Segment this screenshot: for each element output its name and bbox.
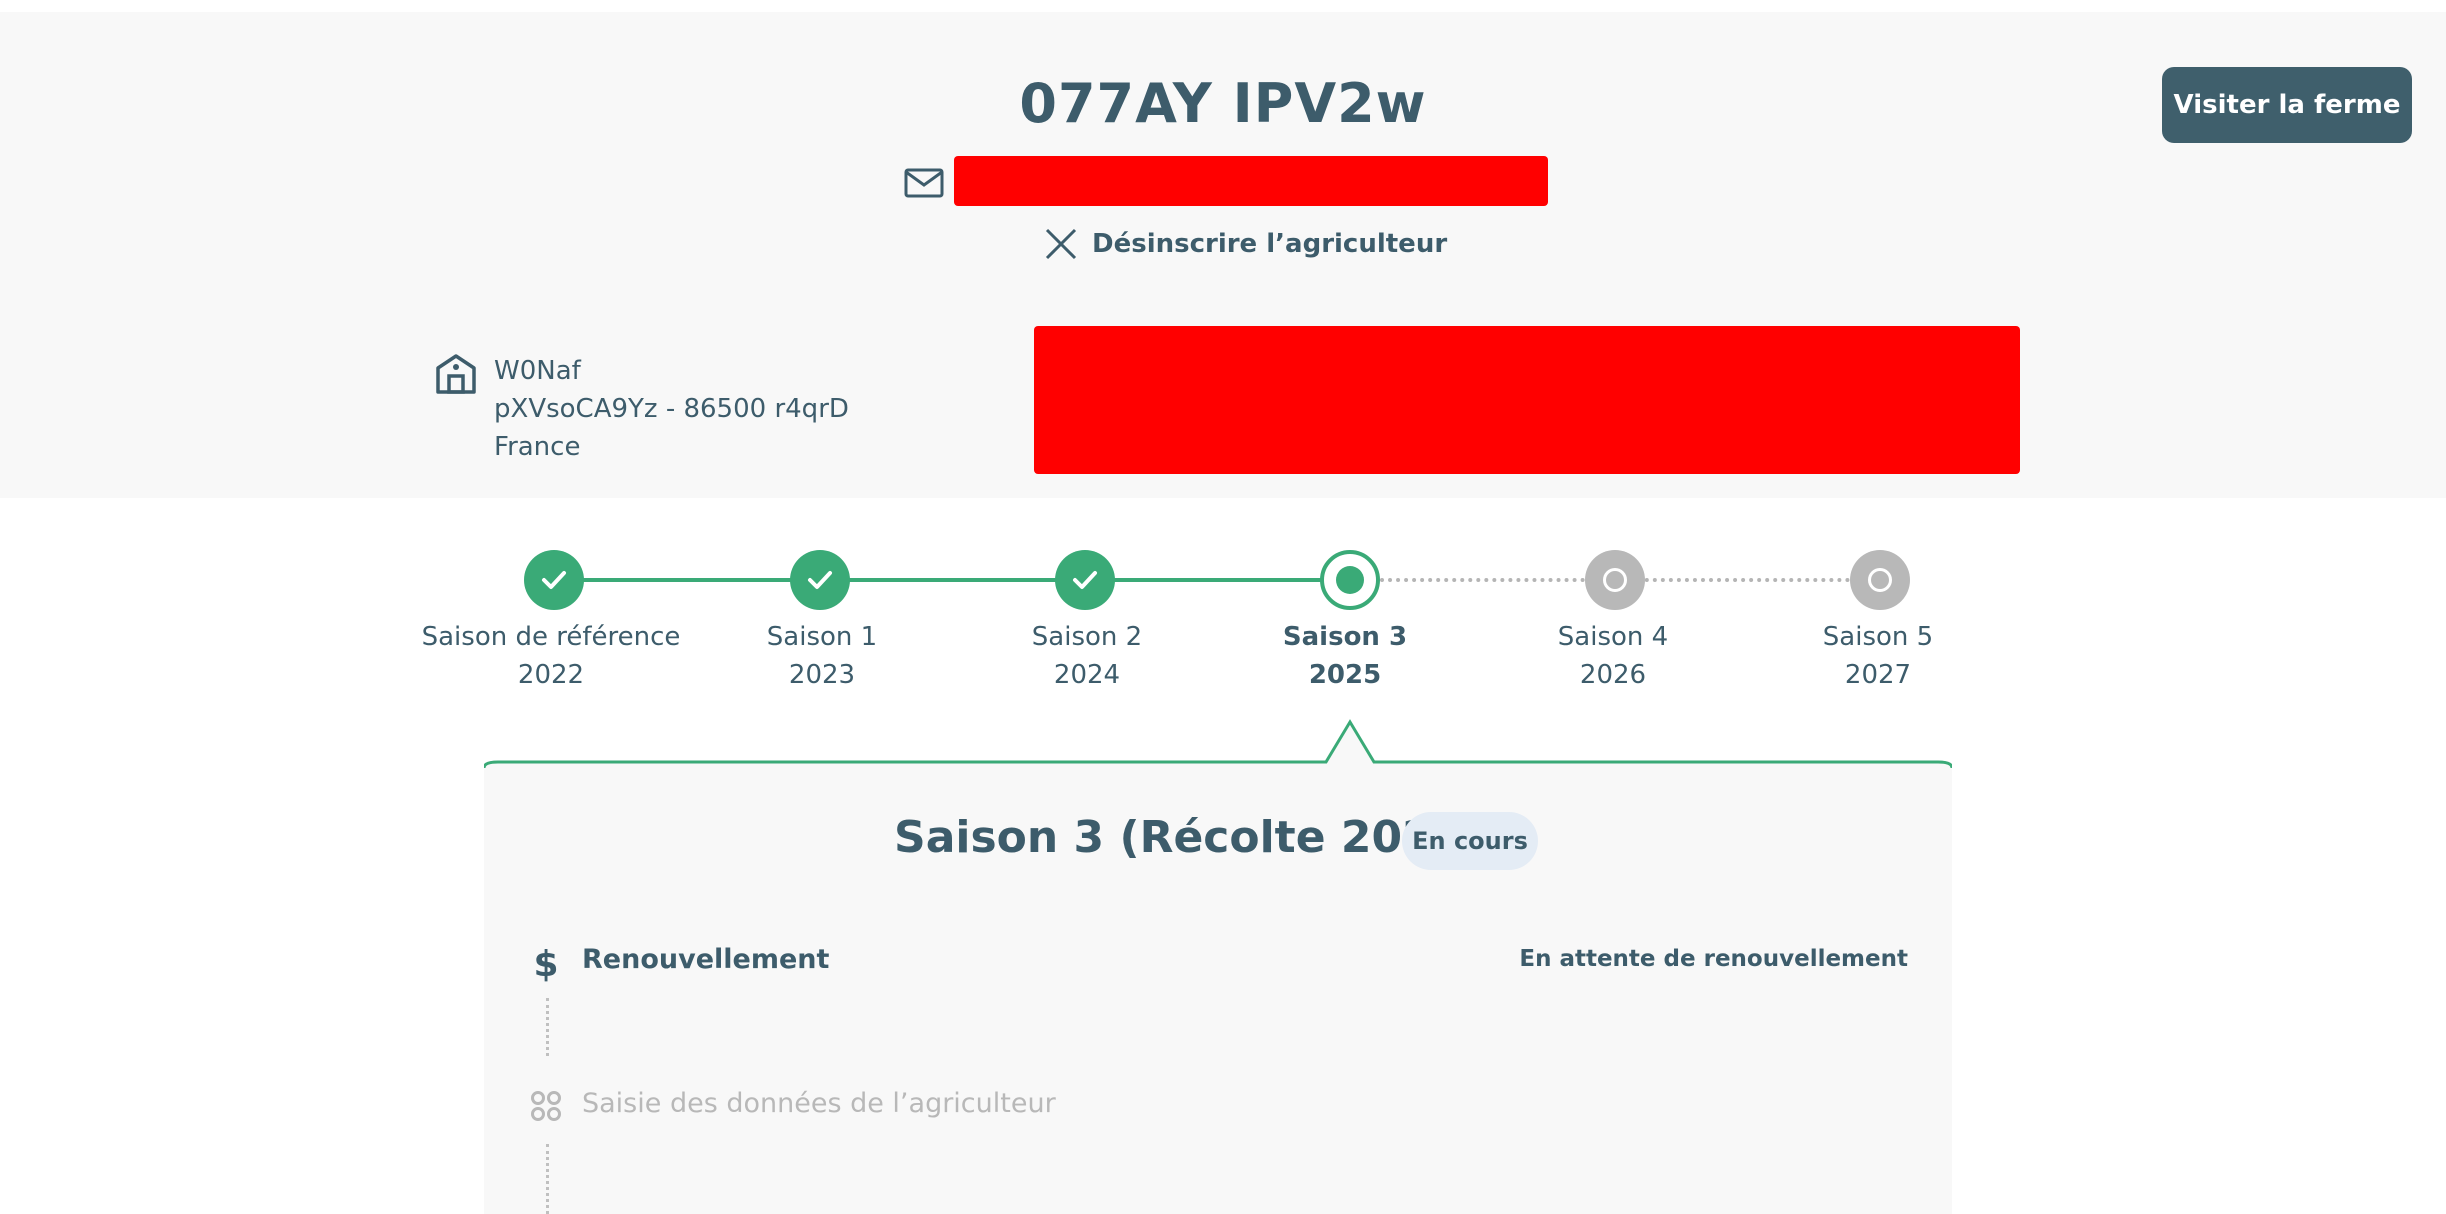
season-name: Saison 5: [1822, 622, 1934, 652]
season-name: Saison de référence: [421, 622, 681, 652]
season-year: 2027: [1844, 660, 1912, 690]
season-name: Saison 4: [1557, 622, 1669, 652]
timeline-step-season-2[interactable]: [1055, 550, 1115, 610]
farm-address: W0Naf pXVsoCA9Yz - 86500 r4qrD France: [494, 352, 849, 466]
timeline-step-season-1[interactable]: [790, 550, 850, 610]
season-year: 2023: [788, 660, 856, 690]
close-icon: [1045, 228, 1077, 260]
season-name: Saison 1: [766, 622, 878, 652]
farmer-header: 077AY IPV2w Désinscrire l’agriculteur Vi…: [0, 12, 2446, 498]
season-detail-panel: Saison 3 (Récolte 2025) En cours $ Renou…: [484, 716, 1952, 1214]
map-redacted: [1034, 326, 2020, 474]
timeline-label-season-4[interactable]: Saison 4 2026: [1463, 618, 1763, 694]
farmer-name: 077AY IPV2w: [1019, 72, 1427, 135]
unsubscribe-farmer-button[interactable]: Désinscrire l’agriculteur: [1044, 224, 1447, 264]
farm-country: France: [494, 432, 581, 462]
season-year: 2022: [517, 660, 585, 690]
svg-text:$: $: [533, 944, 558, 982]
season-name: Saison 2: [1031, 622, 1143, 652]
farm-name: W0Naf: [494, 356, 581, 386]
timeline-label-reference[interactable]: Saison de référence 2022: [401, 618, 701, 694]
check-icon: [808, 571, 832, 589]
season-year: 2024: [1053, 660, 1121, 690]
timeline-step-season-4[interactable]: [1585, 550, 1645, 610]
step-connector: [546, 998, 549, 1056]
timeline-step-season-5[interactable]: [1850, 550, 1910, 610]
dollar-icon: $: [533, 944, 558, 982]
season-year: 2026: [1579, 660, 1647, 690]
visit-farm-button[interactable]: Visiter la ferme: [2162, 67, 2412, 143]
unsubscribe-label: Désinscrire l’agriculteur: [1092, 229, 1448, 259]
barn-icon: [436, 354, 476, 394]
check-icon: [542, 571, 566, 589]
step-renewal-status: En attente de renouvellement: [1519, 946, 1908, 972]
email-redacted: [954, 156, 1548, 206]
step-data-entry-label: Saisie des données de l’agriculteur: [582, 1088, 1056, 1119]
status-badge: En cours: [1402, 812, 1538, 870]
check-icon: [1073, 571, 1097, 589]
timeline-label-season-1[interactable]: Saison 1 2023: [672, 618, 972, 694]
season-name: Saison 3: [1282, 622, 1408, 652]
season-year: 2025: [1308, 660, 1382, 690]
step-renewal-label[interactable]: Renouvellement: [582, 944, 829, 975]
timeline-step-reference[interactable]: [524, 550, 584, 610]
season-timeline: Saison de référence 2022 Saison 1 2023 S…: [0, 540, 2446, 720]
season-title: Saison 3 (Récolte 2025): [894, 812, 1484, 863]
grid-icon: [531, 1091, 561, 1121]
step-connector: [546, 1144, 549, 1214]
timeline-label-season-3[interactable]: Saison 3 2025: [1195, 618, 1495, 694]
timeline-label-season-2[interactable]: Saison 2 2024: [937, 618, 1237, 694]
mail-icon: [904, 168, 944, 198]
farm-address-line: pXVsoCA9Yz - 86500 r4qrD: [494, 394, 849, 424]
timeline-step-season-3[interactable]: [1320, 550, 1380, 610]
timeline-label-season-5[interactable]: Saison 5 2027: [1728, 618, 2028, 694]
timeline-progress-line: [556, 578, 1350, 582]
